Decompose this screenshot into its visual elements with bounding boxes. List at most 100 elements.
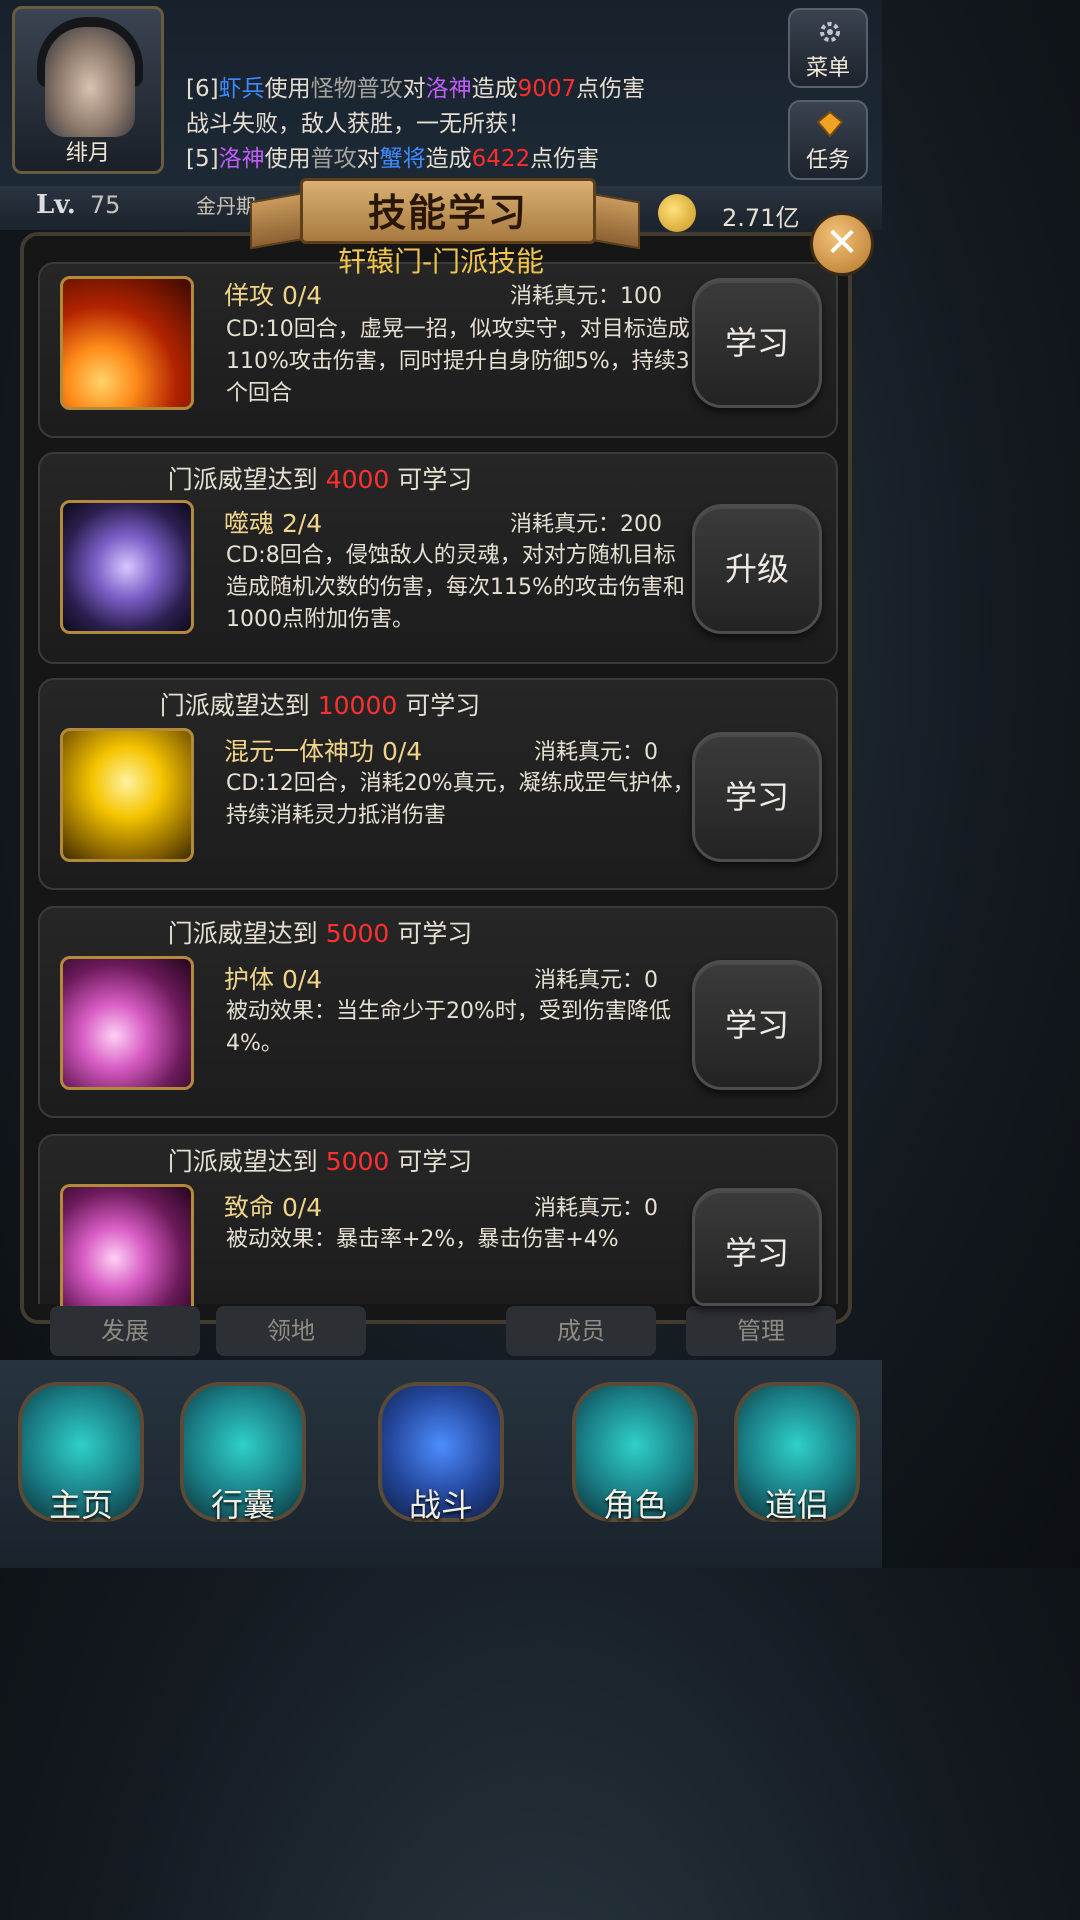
requirement-prefix: 门派威望达到 bbox=[167, 465, 326, 494]
skill-card: 门派威望达到 5000 可学习 致命 0/4 消耗真元：0 被动效果：暴击率+2… bbox=[38, 1134, 838, 1306]
log-result: 造成 bbox=[471, 76, 518, 102]
skill-name: 护体 0/4 bbox=[224, 965, 323, 994]
sub-tab-bar: 发展 领地 成员 管理 bbox=[0, 1306, 882, 1360]
requirement-prefix: 门派威望达到 bbox=[167, 1147, 326, 1176]
player-level: Lv. 75 bbox=[36, 190, 120, 220]
skill-card: 佯攻 0/4 消耗真元：100 CD:10回合，虚晃一招，似攻实守，对目标造成1… bbox=[38, 262, 838, 438]
requirement-prefix: 门派威望达到 bbox=[159, 691, 318, 720]
menu-button[interactable]: 菜单 bbox=[788, 8, 868, 88]
nav-label: 角色 bbox=[602, 1486, 667, 1524]
player-avatar[interactable]: 绯月 bbox=[12, 6, 164, 174]
log-actor: 虾兵 bbox=[218, 76, 265, 102]
tab-members[interactable]: 成员 bbox=[506, 1306, 656, 1356]
log-to: 对 bbox=[402, 76, 426, 102]
log-damage: 9007 bbox=[517, 76, 577, 102]
pink-claw-icon bbox=[60, 1184, 194, 1306]
skill-description: CD:8回合，侵蚀敌人的灵魂，对对方随机目标造成随机次数的伤害，每次115%的攻… bbox=[226, 543, 685, 632]
top-hud: 绯月 [6]虾兵使用怪物普攻对洛神造成9007点伤害 战斗失败，敌人获胜，一无所… bbox=[0, 0, 882, 200]
log-suffix: 点伤害 bbox=[530, 146, 600, 172]
skill-requirement: 门派威望达到 10000 可学习 bbox=[40, 686, 600, 722]
learn-button[interactable]: 学习 bbox=[692, 960, 822, 1090]
learn-button[interactable]: 学习 bbox=[692, 278, 822, 408]
skill-name: 混元一体神功 0/4 bbox=[224, 737, 423, 766]
panel-subtitle: 轩辕门-门派技能 bbox=[337, 245, 545, 278]
nav-label: 道侣 bbox=[764, 1486, 829, 1524]
skill-name: 噬魂 2/4 bbox=[224, 509, 323, 538]
skill-cost: 消耗真元：0 bbox=[534, 1196, 658, 1221]
nav-label: 主页 bbox=[48, 1486, 113, 1524]
requirement-prefix: 门派威望达到 bbox=[167, 919, 326, 948]
skill-cost: 消耗真元：0 bbox=[534, 968, 658, 993]
upgrade-button[interactable]: 升级 bbox=[692, 504, 822, 634]
skill-card: 门派威望达到 4000 可学习 噬魂 2/4 消耗真元：200 CD:8回合，侵… bbox=[38, 452, 838, 664]
log-suffix: 点伤害 bbox=[576, 76, 646, 102]
menu-label: 菜单 bbox=[805, 56, 850, 81]
skill-requirement: 门派威望达到 4000 可学习 bbox=[40, 460, 600, 496]
skill-card: 门派威望达到 10000 可学习 混元一体神功 0/4 消耗真元：0 CD:12… bbox=[38, 678, 838, 890]
close-icon: ✕ bbox=[825, 220, 859, 266]
log-result: 造成 bbox=[425, 146, 472, 172]
player-name: 绯月 bbox=[65, 141, 110, 166]
tab-develop[interactable]: 发展 bbox=[50, 1306, 200, 1356]
player-realm: 金丹期 bbox=[196, 194, 256, 218]
currency-amount: 2.71亿 bbox=[722, 204, 800, 232]
nav-companion[interactable]: 道侣 bbox=[722, 1374, 872, 1550]
log-damage: 6422 bbox=[471, 146, 531, 172]
skill-cost: 消耗真元：200 bbox=[510, 512, 662, 537]
log-verb: 使用 bbox=[264, 76, 311, 102]
nav-home[interactable]: 主页 bbox=[6, 1374, 156, 1550]
requirement-suffix: 可学习 bbox=[397, 691, 481, 720]
requirement-value: 10000 bbox=[317, 691, 398, 720]
nav-bag[interactable]: 行囊 bbox=[168, 1374, 318, 1550]
log-skill: 怪物普攻 bbox=[310, 76, 403, 102]
log-verb: 使用 bbox=[264, 146, 311, 172]
quest-label: 任务 bbox=[805, 148, 850, 173]
quest-button[interactable]: 任务 bbox=[788, 100, 868, 180]
requirement-value: 5000 bbox=[325, 919, 390, 948]
skill-name: 佯攻 0/4 bbox=[224, 281, 323, 310]
log-skill: 普攻 bbox=[310, 146, 357, 172]
level-value: 75 bbox=[89, 191, 121, 219]
level-label: Lv. bbox=[36, 190, 76, 220]
requirement-value: 5000 bbox=[325, 1147, 390, 1176]
skill-description: 被动效果：当生命少于20%时，受到伤害降低4%。 bbox=[226, 999, 671, 1056]
battle-log-line: [6]虾兵使用怪物普攻对洛神造成9007点伤害 bbox=[186, 72, 645, 107]
learn-button[interactable]: 学习 bbox=[692, 732, 822, 862]
gear-icon bbox=[820, 22, 840, 42]
log-index: [6] bbox=[186, 76, 219, 102]
close-button[interactable]: ✕ bbox=[810, 212, 874, 276]
skill-cost: 消耗真元：100 bbox=[510, 284, 662, 309]
requirement-suffix: 可学习 bbox=[389, 1147, 473, 1176]
panel-title: 技能学习 bbox=[367, 191, 528, 235]
golden-aura-icon bbox=[60, 728, 194, 862]
skill-description: CD:12回合，消耗20%真元，凝练成罡气护体，持续消耗灵力抵消伤害 bbox=[226, 771, 695, 828]
log-to: 对 bbox=[356, 146, 380, 172]
requirement-value: 4000 bbox=[325, 465, 390, 494]
skill-description: CD:10回合，虚晃一招，似攻实守，对目标造成110%攻击伤害，同时提升自身防御… bbox=[226, 317, 690, 406]
soul-vortex-icon bbox=[60, 500, 194, 634]
diamond-icon bbox=[816, 110, 844, 138]
skill-requirement: 门派威望达到 5000 可学习 bbox=[40, 1142, 600, 1178]
log-target: 蟹将 bbox=[379, 146, 426, 172]
nav-label: 战斗 bbox=[408, 1486, 473, 1524]
nav-character[interactable]: 角色 bbox=[560, 1374, 710, 1550]
log-target: 洛神 bbox=[425, 76, 472, 102]
fire-slash-icon bbox=[60, 276, 194, 410]
nav-battle[interactable]: 战斗 bbox=[366, 1374, 516, 1550]
tab-manage[interactable]: 管理 bbox=[686, 1306, 836, 1356]
battle-log-line: 战斗失败，敌人获胜，一无所获！ bbox=[186, 111, 531, 137]
battle-log: [6]虾兵使用怪物普攻对洛神造成9007点伤害 战斗失败，敌人获胜，一无所获！ … bbox=[186, 72, 645, 177]
bottom-nav: 主页 行囊 战斗 角色 道侣 bbox=[0, 1360, 882, 1568]
avatar-portrait bbox=[45, 27, 135, 137]
pink-claw-icon bbox=[60, 956, 194, 1090]
log-index: [5] bbox=[186, 146, 219, 172]
tab-territory[interactable]: 领地 bbox=[216, 1306, 366, 1356]
skill-cost: 消耗真元：0 bbox=[534, 740, 658, 765]
nav-label: 行囊 bbox=[210, 1486, 275, 1524]
skill-name: 致命 0/4 bbox=[224, 1193, 323, 1222]
skill-card: 门派威望达到 5000 可学习 护体 0/4 消耗真元：0 被动效果：当生命少于… bbox=[38, 906, 838, 1118]
coin-icon bbox=[658, 194, 696, 232]
requirement-suffix: 可学习 bbox=[389, 919, 473, 948]
learn-button[interactable]: 学习 bbox=[692, 1188, 822, 1306]
requirement-suffix: 可学习 bbox=[389, 465, 473, 494]
